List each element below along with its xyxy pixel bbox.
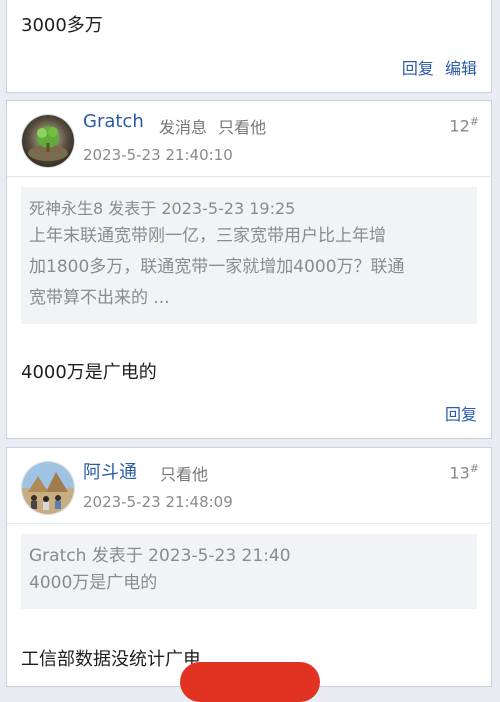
- only-view-author-link[interactable]: 只看他: [160, 465, 208, 484]
- post-card-13: 阿斗通 只看他 13# 2023-5-23 21:48:09 Gratch 发表…: [6, 447, 492, 687]
- avatar-crowd-image: [22, 462, 74, 514]
- quote-header: 死神永生8 发表于 2023-5-23 19:25: [29, 199, 296, 218]
- quote-block: 死神永生8 发表于 2023-5-23 19:25 上年末联通宽带刚一亿，三家宽…: [21, 187, 477, 324]
- post-time: 2023-5-23 21:40:10: [83, 146, 233, 164]
- quote-line: 上年末联通宽带刚一亿，三家宽带用户比上年增: [29, 226, 386, 246]
- author-name[interactable]: 阿斗通: [83, 458, 137, 484]
- author-tools: 发消息 只看他: [159, 114, 272, 138]
- header-divider: [7, 176, 491, 177]
- avatar-plant-image: [22, 115, 74, 167]
- floor-number: 12#: [449, 115, 479, 135]
- avatar[interactable]: [21, 114, 75, 168]
- author-name[interactable]: Gratch: [83, 111, 144, 132]
- post-time: 2023-5-23 21:48:09: [83, 493, 233, 511]
- floor-number: 13#: [449, 462, 479, 482]
- author-tools: 只看他: [160, 461, 214, 485]
- avatar[interactable]: [21, 461, 75, 515]
- reply-link[interactable]: 回复: [402, 59, 434, 78]
- post-actions: 回复: [439, 401, 477, 425]
- post-card-previous: 3000多万 回复 编辑: [6, 0, 492, 93]
- quote-header: Gratch 发表于 2023-5-23 21:40: [29, 546, 291, 566]
- post-content: 工信部数据没统计广电: [21, 649, 201, 670]
- quote-line: 加1800多万，联通宽带一家就增加4000万？联通: [29, 257, 405, 277]
- post-card-12: Gratch 发消息 只看他 12# 2023-5-23 21:40:10 死神…: [6, 100, 492, 439]
- post-content: 4000万是广电的: [21, 362, 157, 383]
- floor-number-value: 12: [449, 116, 470, 136]
- quote-block: Gratch 发表于 2023-5-23 21:40 4000万是广电的: [21, 534, 477, 609]
- send-message-link[interactable]: 发消息: [159, 118, 207, 137]
- quote-line: 宽带算不出来的 ...: [29, 288, 170, 308]
- only-view-author-link[interactable]: 只看他: [218, 118, 266, 137]
- floor-mark: #: [469, 462, 479, 475]
- floor-number-value: 13: [449, 463, 470, 483]
- edit-link[interactable]: 编辑: [445, 59, 477, 78]
- post-actions: 回复 编辑: [396, 55, 477, 79]
- reply-link[interactable]: 回复: [445, 405, 477, 424]
- quote-line: 4000万是广电的: [29, 573, 158, 593]
- floating-action-button[interactable]: [180, 662, 320, 702]
- floor-mark: #: [469, 115, 479, 128]
- post-content: 3000多万: [21, 15, 103, 36]
- header-divider: [7, 523, 491, 524]
